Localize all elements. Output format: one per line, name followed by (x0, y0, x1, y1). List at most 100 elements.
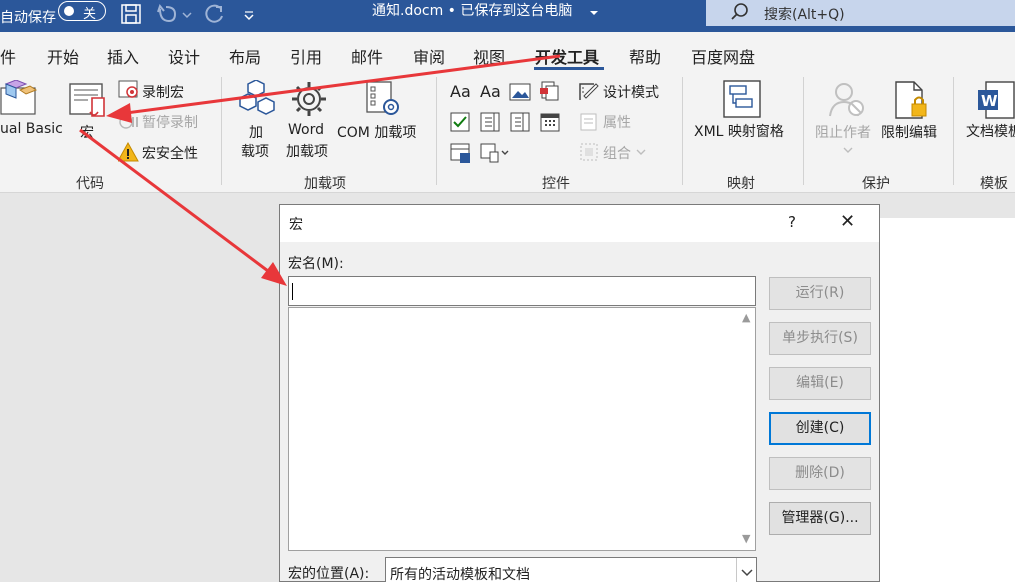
autosave-state: 关 (83, 7, 97, 22)
select-dropdown-button[interactable] (736, 558, 756, 582)
organizer-button[interactable]: 管理器(G)... (769, 502, 871, 535)
customize-toolbar-icon[interactable] (242, 3, 256, 25)
group-dropdown-icon (636, 149, 646, 155)
visual-basic-label[interactable]: ual Basic (0, 121, 63, 137)
visual-basic-icon[interactable] (0, 80, 38, 116)
tab-baidu-netdisk[interactable]: 百度网盘 (691, 44, 755, 68)
block-authors-dropdown-icon (843, 147, 853, 153)
title-bar: 自动保存 关 通知.docm • 已保存到这台电脑 搜索(Alt+Q) (0, 0, 1015, 32)
tab-mailings[interactable]: 邮件 (351, 44, 383, 68)
record-macro-label[interactable]: 录制宏 (142, 82, 184, 102)
dropdown-list-control-icon[interactable] (510, 112, 530, 132)
macro-name-input[interactable] (288, 276, 756, 306)
group-code-label: 代码 (76, 176, 104, 192)
macros-in-value: 所有的活动模板和文档 (390, 567, 530, 582)
macros-in-label: 宏的位置(A): (288, 566, 370, 582)
group-icon (580, 143, 598, 161)
macros-in-select[interactable]: 所有的活动模板和文档 (385, 557, 757, 582)
macro-security-label[interactable]: 宏安全性 (142, 143, 198, 163)
run-button[interactable]: 运行(R) (769, 277, 871, 310)
redo-icon[interactable] (202, 3, 226, 25)
scroll-up-icon[interactable]: ▲ (742, 311, 750, 324)
macro-name-label: 宏名(M): (288, 256, 344, 272)
tab-layout[interactable]: 布局 (229, 44, 261, 68)
toggle-knob (64, 6, 74, 16)
chevron-down-icon (741, 569, 753, 577)
restrict-editing-label[interactable]: 限制编辑 (881, 122, 937, 142)
tab-review[interactable]: 审阅 (413, 44, 445, 68)
pause-recording-label[interactable]: 暂停录制 (142, 112, 198, 132)
addins-icon[interactable] (238, 80, 276, 120)
building-block-control-icon[interactable] (538, 80, 560, 102)
search-icon (731, 3, 748, 20)
warning-icon (118, 142, 139, 162)
create-button[interactable]: 创建(C) (769, 412, 871, 445)
com-addins-icon[interactable] (365, 80, 401, 118)
rich-text-control-icon[interactable]: Aa (450, 82, 471, 101)
group-separator (682, 77, 683, 185)
group-label-item[interactable]: 组合 (603, 143, 631, 163)
ribbon: 件 开始 插入 设计 布局 引用 邮件 审阅 视图 开发工具 帮助 百度网盘 u… (0, 32, 1015, 193)
undo-dropdown-icon[interactable] (181, 3, 193, 25)
block-authors-label[interactable]: 阻止作者 (815, 122, 871, 142)
addins-label-line2[interactable]: 载项 (241, 141, 269, 161)
group-templates-label: 模板 (980, 176, 1008, 192)
checkbox-control-icon[interactable] (450, 112, 470, 132)
word-addins-gear-icon[interactable] (290, 80, 328, 118)
step-into-button[interactable]: 单步执行(S) (769, 322, 871, 355)
undo-icon[interactable] (155, 3, 179, 25)
restrict-editing-icon[interactable] (894, 80, 930, 120)
tab-help[interactable]: 帮助 (629, 44, 661, 68)
document-page[interactable] (878, 218, 1015, 582)
close-icon[interactable]: ✕ (840, 211, 855, 232)
delete-button[interactable]: 删除(D) (769, 457, 871, 490)
search-placeholder: 搜索(Alt+Q) (764, 7, 845, 23)
tab-insert[interactable]: 插入 (107, 44, 139, 68)
macros-icon[interactable] (68, 82, 108, 118)
word-addins-label-line1[interactable]: Word (288, 122, 324, 138)
autosave-toggle[interactable]: 关 (58, 1, 106, 22)
tab-file[interactable]: 件 (0, 44, 16, 68)
repeating-section-control-icon[interactable] (450, 142, 472, 164)
group-mapping-label: 映射 (727, 176, 755, 192)
document-template-icon[interactable]: W (976, 80, 1015, 120)
properties-label[interactable]: 属性 (603, 112, 631, 132)
document-template-label[interactable]: 文档模板 (966, 121, 1015, 141)
com-addins-label[interactable]: COM 加载项 (337, 122, 416, 142)
combo-box-control-icon[interactable] (480, 112, 500, 132)
group-separator (953, 77, 954, 185)
macros-label[interactable]: 宏 (80, 122, 94, 142)
tab-references[interactable]: 引用 (290, 44, 322, 68)
date-picker-control-icon[interactable] (540, 112, 560, 132)
group-separator (803, 77, 804, 185)
svg-text:W: W (981, 92, 998, 110)
xml-mapping-pane-icon[interactable] (722, 79, 762, 119)
tab-developer[interactable]: 开发工具 (535, 44, 599, 68)
save-icon[interactable] (120, 3, 142, 25)
group-protect-label: 保护 (862, 176, 890, 192)
macros-dialog: 宏 ? ✕ 宏名(M): ▲ ▼ 运行(R) 单步执行(S) 编辑(E) 创建(… (279, 204, 880, 582)
group-separator (221, 77, 222, 185)
macro-list[interactable]: ▲ ▼ (288, 307, 756, 551)
design-mode-label[interactable]: 设计模式 (603, 82, 659, 102)
tab-view[interactable]: 视图 (473, 44, 505, 68)
legacy-tools-icon[interactable] (480, 142, 510, 164)
autosave-label: 自动保存 (0, 10, 56, 26)
word-addins-label-line2[interactable]: 加载项 (286, 141, 328, 161)
addins-label-line1[interactable]: 加 (249, 122, 263, 142)
group-controls-label: 控件 (542, 176, 570, 192)
document-title[interactable]: 通知.docm • 已保存到这台电脑 (372, 0, 572, 20)
edit-button[interactable]: 编辑(E) (769, 367, 871, 400)
search-box[interactable]: 搜索(Alt+Q) (706, 0, 1015, 26)
block-authors-icon (829, 83, 864, 117)
dialog-title: 宏 (289, 217, 303, 233)
xml-mapping-pane-label[interactable]: XML 映射窗格 (694, 121, 784, 141)
help-button[interactable]: ? (788, 213, 796, 231)
pause-recording-icon (119, 115, 138, 129)
tab-home[interactable]: 开始 (47, 44, 79, 68)
plain-text-control-icon[interactable]: Aa (480, 82, 501, 101)
tab-design[interactable]: 设计 (168, 44, 200, 68)
picture-control-icon[interactable] (509, 82, 531, 102)
scroll-down-icon[interactable]: ▼ (742, 532, 750, 545)
title-dropdown-icon[interactable] (588, 5, 600, 21)
